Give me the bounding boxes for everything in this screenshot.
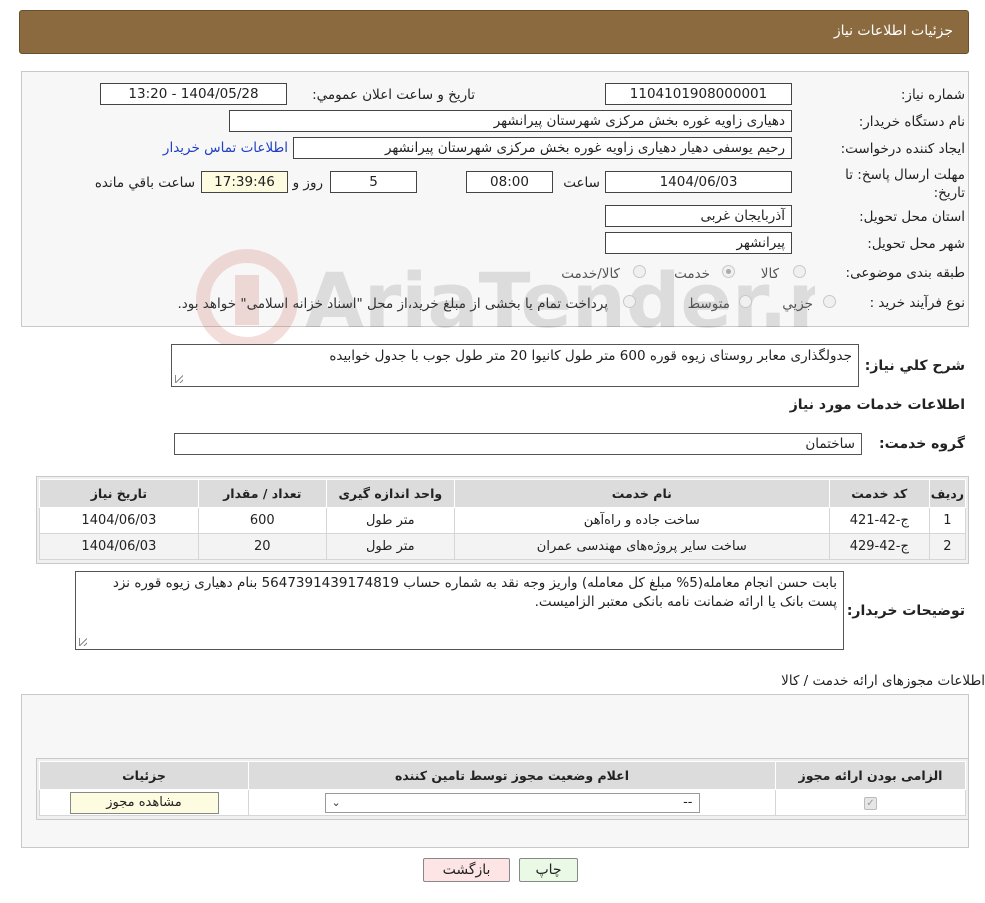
process-medium-label: متوسط	[687, 296, 730, 312]
category-goods-label: کالا	[760, 266, 779, 282]
need-number-label: شماره نیاز:	[900, 87, 965, 103]
province-field: آذربایجان غربی	[605, 205, 792, 227]
permits-table-panel: الزامی بودن ارائه مجوز اعلام وضعیت مجوز …	[36, 758, 969, 820]
services-table: رديف کد خدمت نام خدمت واحد اندازه گيری ت…	[39, 479, 967, 560]
category-service-label: خدمت	[674, 266, 710, 282]
cell-service-name: ساخت جاده و راه‌آهن	[453, 507, 830, 534]
col-service-name: نام خدمت	[453, 479, 830, 508]
page-title: جزئیات اطلاعات نیاز	[833, 23, 953, 39]
cell-row-number: 1	[928, 507, 967, 534]
col-service-code: کد خدمت	[828, 479, 930, 508]
back-button[interactable]: بازگشت	[423, 858, 510, 882]
col-permit-status: اعلام وضعیت مجوز توسط تامین کننده	[248, 761, 776, 790]
view-permit-button[interactable]: مشاهده مجوز	[69, 791, 219, 814]
chevron-down-icon: ⌄	[331, 796, 341, 809]
time-remaining-label: ساعت باقي مانده	[94, 175, 195, 191]
cell-service-name: ساخت سایر پروژه‌های مهندسی عمران	[453, 533, 830, 560]
description-textarea[interactable]: جدولگذاری معابر روستای زیوه قوره 600 متر…	[171, 344, 859, 387]
cell-unit: متر طول	[325, 533, 455, 560]
days-remaining-field: 5	[330, 171, 417, 193]
description-label: شرح کلي نياز:	[864, 358, 965, 374]
cell-quantity: 20	[197, 533, 327, 560]
print-button[interactable]: چاپ	[519, 858, 578, 882]
cell-need-date: 1404/06/03	[39, 507, 199, 534]
cell-service-code: ج-42-429	[828, 533, 930, 560]
deadline-label: مهلت ارسال پاسخ: تا تاریخ:	[845, 167, 965, 201]
treasury-note: پرداخت تمام یا بخشی از مبلغ خرید،از محل …	[177, 296, 608, 312]
col-need-date: تاريخ نياز	[39, 479, 199, 508]
process-minor-label: جزیي	[782, 296, 813, 312]
process-type-label: نوع فرآیند خرید :	[869, 295, 965, 311]
category-label: طبقه بندی موضوعی:	[845, 265, 965, 281]
process-radio-medium[interactable]	[739, 295, 752, 308]
buyer-org-field: دهیاری زاویه غوره بخش مرکزی شهرستان پیرا…	[229, 110, 792, 132]
category-radio-goods-service[interactable]	[633, 265, 646, 278]
announce-datetime-label: تاریخ و ساعت اعلان عمومي:	[312, 87, 475, 103]
buyer-org-label: نام دستگاه خريدار:	[858, 114, 965, 130]
days-label: روز و	[292, 175, 323, 191]
table-row: 2 ج-42-429 ساخت سایر پروژه‌های مهندسی عم…	[39, 533, 967, 560]
services-section-title: اطلاعات خدمات مورد نياز	[789, 397, 965, 413]
creator-label: ايجاد کننده درخواست:	[840, 141, 965, 157]
category-goods-service-label: کالا/خدمت	[561, 266, 620, 282]
permit-status-select[interactable]: -- ⌄	[324, 792, 700, 813]
deadline-time-label: ساعت	[563, 175, 600, 191]
deadline-date-field: 1404/06/03	[605, 171, 792, 193]
permit-status-cell: -- ⌄	[248, 789, 776, 816]
permits-table: الزامی بودن ارائه مجوز اعلام وضعیت مجوز …	[39, 761, 966, 816]
time-remaining-field: 17:39:46	[201, 171, 288, 193]
col-permit-details: جزئيات	[39, 761, 249, 790]
buyer-notes-label: توضيحات خريدار:	[846, 603, 965, 619]
buyer-contact-link[interactable]: اطلاعات تماس خريدار	[163, 140, 288, 156]
col-unit: واحد اندازه گيری	[325, 479, 455, 508]
announce-datetime-field: 1404/05/28 - 13:20	[100, 83, 287, 105]
city-label: شهر محل تحویل:	[867, 236, 965, 252]
buyer-notes-textarea[interactable]: بابت حسن انجام معامله(5% مبلغ کل معامله)…	[75, 571, 844, 650]
description-text: جدولگذاری معابر روستای زیوه قوره 600 متر…	[329, 348, 852, 364]
table-row: 1 ج-42-421 ساخت جاده و راه‌آهن متر طول 6…	[39, 507, 967, 534]
col-permit-required: الزامی بودن ارائه مجوز	[775, 761, 966, 790]
need-number-field: 1104101908000001	[605, 83, 792, 105]
category-radio-goods[interactable]	[793, 265, 806, 278]
cell-quantity: 600	[197, 507, 327, 534]
permit-status-value: --	[683, 795, 693, 810]
treasury-checkbox[interactable]	[623, 295, 636, 308]
process-radio-minor[interactable]	[823, 295, 836, 308]
cell-row-number: 2	[928, 533, 967, 560]
page-header: جزئیات اطلاعات نیاز	[19, 10, 969, 54]
city-field: پیرانشهر	[605, 232, 792, 254]
category-radio-service[interactable]	[722, 265, 735, 278]
deadline-time-field: 08:00	[466, 171, 553, 193]
permits-section-title: اطلاعات مجوزهای ارائه خدمت / کالا	[781, 673, 985, 689]
table-row: ✓ -- ⌄ مشاهده مجوز	[39, 789, 966, 816]
permit-required-cell: ✓	[775, 789, 966, 816]
permit-required-checkbox[interactable]: ✓	[864, 797, 877, 810]
province-label: استان محل تحویل:	[859, 209, 965, 225]
buyer-notes-text: بابت حسن انجام معامله(5% مبلغ کل معامله)…	[112, 575, 837, 610]
permit-details-cell: مشاهده مجوز	[39, 789, 249, 816]
resize-grip-icon[interactable]	[79, 638, 87, 646]
service-group-label: گروه خدمت:	[879, 436, 965, 452]
resize-grip-icon[interactable]	[175, 375, 183, 383]
col-row-number: رديف	[928, 479, 967, 508]
col-quantity: تعداد / مقدار	[197, 479, 327, 508]
cell-need-date: 1404/06/03	[39, 533, 199, 560]
service-group-field: ساختمان	[174, 433, 862, 455]
permits-table-header: الزامی بودن ارائه مجوز اعلام وضعیت مجوز …	[39, 761, 966, 790]
cell-unit: متر طول	[325, 507, 455, 534]
services-table-panel: رديف کد خدمت نام خدمت واحد اندازه گيری ت…	[36, 476, 969, 564]
creator-field: رحیم یوسفی دهیار دهیاری زاویه غوره بخش م…	[293, 137, 792, 159]
cell-service-code: ج-42-421	[828, 507, 930, 534]
services-table-header: رديف کد خدمت نام خدمت واحد اندازه گيری ت…	[39, 479, 967, 508]
